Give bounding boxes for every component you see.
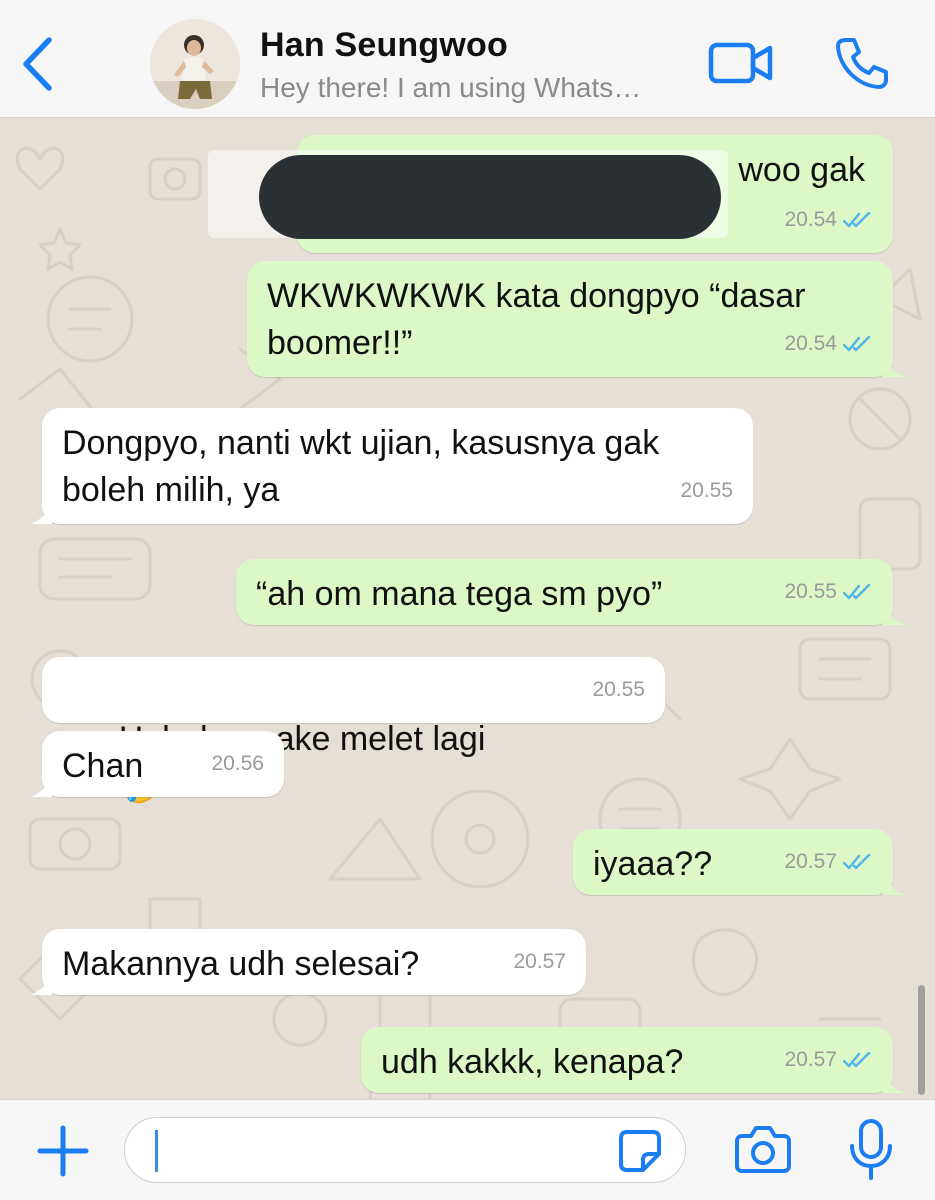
message-meta: 20.55 (784, 568, 873, 615)
microphone-icon (850, 1119, 892, 1180)
message-bubble-incoming[interactable]: Makannya udh selesai? 20.57 (30, 929, 586, 995)
message-meta: 20.57 (784, 838, 873, 885)
message-time: 20.57 (513, 950, 566, 973)
message-time: 20.55 (680, 479, 733, 502)
video-camera-icon (708, 42, 773, 84)
message-bubble-outgoing[interactable]: iyaaa?? 20.57 (573, 829, 905, 895)
message-list[interactable]: woo gak 20.54 WKWKWKWK kata dongpyo “das… (0, 119, 935, 1099)
bubble-tail (30, 502, 52, 524)
message-text: Makannya udh selesai? (62, 945, 420, 983)
message-bubble-incoming[interactable]: Chan 20.56 (30, 731, 284, 797)
read-ticks-icon (843, 583, 871, 599)
redaction-mark (259, 155, 721, 239)
message-text: “ah om mana tega sm pyo” (256, 575, 663, 613)
chat-header: Han Seungwoo Hey there! I am using Whats… (0, 0, 935, 118)
sticker-button[interactable] (617, 1128, 663, 1174)
message-time: 20.57 (784, 1048, 837, 1071)
message-time: 20.54 (784, 332, 837, 355)
message-time: 20.55 (784, 580, 837, 603)
plus-icon (37, 1125, 89, 1177)
text-caret (155, 1130, 158, 1172)
message-meta: 20.57 (784, 1036, 873, 1083)
composer-bar (0, 1099, 935, 1200)
message-text: WKWKWKWK kata dongpyo “dasar boomer!!” (267, 277, 806, 362)
read-ticks-icon (843, 1051, 871, 1067)
voice-call-button[interactable] (834, 36, 890, 90)
message-bubble-outgoing[interactable]: “ah om mana tega sm pyo” 20.55 (236, 559, 905, 625)
contact-status[interactable]: Hey there! I am using Whats… (260, 72, 680, 104)
bubble-tail (883, 1071, 905, 1093)
bubble-tail (30, 775, 52, 797)
read-ticks-icon (843, 853, 871, 869)
message-time: 20.56 (211, 752, 264, 775)
camera-icon (735, 1126, 791, 1173)
video-call-button[interactable] (708, 40, 774, 86)
message-text: woo gak (738, 151, 865, 189)
message-meta: 20.54 (784, 196, 873, 243)
back-button[interactable] (18, 36, 58, 92)
message-meta: 20.55 (592, 666, 645, 713)
message-input[interactable] (124, 1117, 686, 1183)
microphone-button[interactable] (848, 1118, 894, 1182)
sticker-icon (619, 1130, 661, 1172)
bubble-tail (883, 873, 905, 895)
phone-icon (836, 38, 888, 89)
message-meta: 20.56 (211, 740, 264, 787)
attach-button[interactable] (36, 1124, 90, 1178)
avatar[interactable] (150, 19, 240, 109)
read-ticks-icon (843, 211, 871, 227)
message-time: 20.54 (784, 208, 837, 231)
message-meta: 20.57 (513, 938, 566, 985)
message-bubble-incoming[interactable]: Hahaha, pake melet lagi 🤣 20.55 (42, 657, 665, 805)
message-bubble-outgoing[interactable]: WKWKWKWK kata dongpyo “dasar boomer!!” 2… (247, 261, 905, 377)
message-meta: 20.54 (784, 320, 873, 367)
chevron-left-icon (23, 37, 52, 91)
bubble-tail (883, 603, 905, 625)
bubble-tail (883, 355, 905, 377)
message-time: 20.57 (784, 850, 837, 873)
message-text: Dongpyo, nanti wkt ujian, kasusnya gak b… (62, 424, 660, 509)
message-time: 20.55 (592, 678, 645, 701)
read-ticks-icon (843, 335, 871, 351)
message-meta: 20.55 (680, 467, 733, 514)
message-bubble-incoming[interactable]: Dongpyo, nanti wkt ujian, kasusnya gak b… (30, 408, 753, 524)
camera-button[interactable] (734, 1124, 792, 1174)
bubble-tail (30, 973, 52, 995)
contact-name[interactable]: Han Seungwoo (260, 26, 508, 65)
message-bubble-outgoing[interactable]: udh kakkk, kenapa? 20.57 (361, 1027, 905, 1093)
scrollbar[interactable] (918, 985, 925, 1095)
